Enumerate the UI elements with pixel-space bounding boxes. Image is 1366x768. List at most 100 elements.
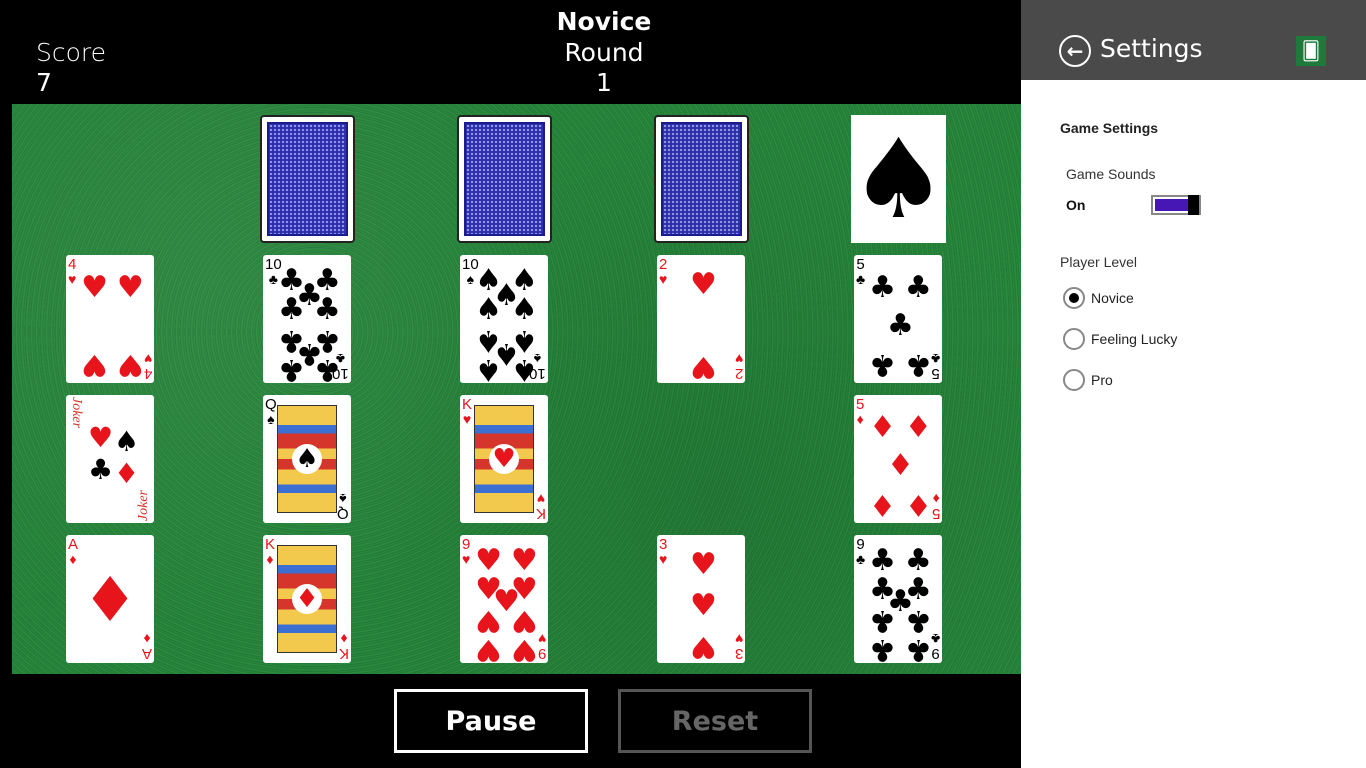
score-label: Score	[36, 38, 107, 67]
card-3-heart[interactable]: 3 ♥ 3 ♥ ♥ ♥ ♥	[657, 535, 745, 663]
heart-icon: ♥	[510, 631, 538, 663]
heart-icon: ♥	[510, 602, 538, 638]
diamond-icon: ♦	[82, 563, 138, 636]
card-corner-index: Q ♠	[265, 397, 277, 427]
card-k-diamond[interactable]: K ♦ K ♦ ♦	[263, 535, 351, 663]
spade-icon: ♠	[475, 351, 502, 383]
diamond-icon: ♦	[904, 487, 932, 523]
diamond-icon: ♦	[292, 584, 322, 614]
card-rank: K	[535, 505, 546, 522]
card-corner-index: K ♥	[462, 397, 472, 427]
card-pips: ♥ ♥ ♥	[669, 541, 733, 663]
card-rank: 5	[931, 365, 940, 382]
back-arrow-icon[interactable]: ←	[1059, 35, 1091, 67]
spade-icon: ♠	[292, 444, 322, 474]
cards-logo-icon: 🂠	[1296, 36, 1326, 66]
foundation-pile[interactable]: ♠	[849, 115, 948, 243]
game-table: ♠ 4 ♥ 4 ♥ ♥ ♥ ♥ ♥ 10 ♣ 10 ♣ ♣ ♣ ♣ ♣ ♣ ♣ ♣ ♣ ♣ ♣ 10 ♠ 10 ♠ ♠ ♠ ♠ ♠ ♠ ♠ ♠ ♠…	[12, 104, 1021, 674]
pause-button[interactable]: Pause	[394, 689, 588, 753]
card-9-club[interactable]: 9 ♣ 9 ♣ ♣ ♣ ♣ ♣ ♣ ♣ ♣ ♣ ♣	[854, 535, 942, 663]
card-corner-index: Q ♠	[337, 491, 349, 522]
club-icon: ♣	[278, 291, 305, 327]
club-icon: ♣	[856, 551, 866, 567]
heart-icon: ♥	[143, 351, 152, 367]
card-corner-index: 3 ♥	[659, 537, 667, 567]
card-10-club[interactable]: 10 ♣ 10 ♣ ♣ ♣ ♣ ♣ ♣ ♣ ♣ ♣ ♣ ♣	[263, 255, 351, 383]
spade-icon: ♠	[339, 491, 347, 507]
heart-icon: ♥	[88, 421, 114, 454]
level-option-feeling-lucky[interactable]: Feeling Lucky	[1063, 327, 1177, 351]
card-rank: 4	[143, 365, 152, 382]
card-corner-index: K ♦	[265, 537, 275, 567]
face-down-card[interactable]	[654, 115, 749, 243]
card-9-heart[interactable]: 9 ♥ 9 ♥ ♥ ♥ ♥ ♥ ♥ ♥ ♥ ♥ ♥	[460, 535, 548, 663]
heart-icon: ♥	[81, 269, 108, 305]
card-back-pattern	[267, 122, 348, 236]
heart-icon: ♥	[659, 271, 668, 287]
heart-icon: ♥	[690, 547, 717, 583]
heart-icon: ♥	[462, 411, 472, 427]
card-a-diamond[interactable]: A ♦ A ♦ ♦	[66, 535, 154, 663]
level-option-novice[interactable]: Novice	[1063, 286, 1134, 310]
toggle-knob[interactable]	[1188, 195, 1199, 215]
card-pips: ♣ ♣ ♣ ♣ ♣ ♣ ♣ ♣ ♣ ♣	[275, 261, 341, 383]
diamond-icon: ♦	[869, 487, 896, 523]
club-icon: ♣	[904, 269, 932, 305]
level-option-pro[interactable]: Pro	[1063, 368, 1113, 392]
face-down-card[interactable]	[457, 115, 552, 243]
heart-icon: ♥	[489, 444, 519, 474]
card-corner-index: 5 ♣	[931, 351, 940, 382]
card-corner-index: 5 ♣	[856, 257, 865, 287]
diamond-icon: ♦	[869, 409, 896, 445]
radio-button[interactable]	[1063, 369, 1085, 391]
diamond-icon: ♦	[887, 447, 914, 483]
club-icon: ♣	[869, 269, 896, 305]
card-rank: 9	[537, 645, 546, 662]
card-rank: Joker	[69, 397, 84, 429]
card-corner-index: 5 ♦	[856, 397, 864, 427]
app-window: Score 7 Novice Round 1 ♠ 4 ♥ 4 ♥ ♥ ♥ ♥ ♥ 10 ♣ 10 ♣ ♣…	[0, 0, 1366, 768]
settings-header: ← Settings 🂠	[1021, 0, 1366, 80]
card-pips: ♠ ♠ ♠ ♠ ♠ ♠ ♠ ♠ ♠ ♠	[472, 261, 538, 383]
card-q-spade[interactable]: Q ♠ Q ♠ ♠	[263, 395, 351, 523]
card-corner-index: K ♦	[338, 631, 349, 662]
level-title: Novice	[556, 7, 652, 36]
face-down-card[interactable]	[260, 115, 355, 243]
reset-button[interactable]: Reset	[618, 689, 812, 753]
card-rank: 2	[734, 365, 743, 382]
player-level-label: Player Level	[1060, 254, 1138, 270]
face-card-portrait: ♥	[474, 405, 534, 513]
card-5-club[interactable]: 5 ♣ 5 ♣ ♣ ♣ ♣ ♣ ♣	[854, 255, 942, 383]
diamond-icon: ♦	[69, 551, 77, 567]
face-card-portrait: ♦	[277, 545, 337, 653]
spade-icon: ♠	[849, 115, 948, 243]
card-corner-index: K ♥	[535, 491, 546, 522]
heart-icon: ♥	[690, 267, 717, 303]
card-pips: ♥ ♥ ♥ ♥ ♥ ♥ ♥ ♥ ♥	[472, 541, 538, 663]
card-pips: ♥ ♥ ♥ ♥	[78, 261, 144, 382]
card-corner-index: 9 ♣	[856, 537, 865, 567]
card-pips: ♦ ♦ ♦ ♦ ♦	[866, 401, 932, 523]
card-rank: 9	[931, 645, 940, 662]
card-corner-index: 4 ♥	[68, 257, 76, 287]
card-2-heart[interactable]: 2 ♥ 2 ♥ ♥ ♥	[657, 255, 745, 383]
card-rank: 5	[931, 505, 940, 522]
radio-button[interactable]	[1063, 328, 1085, 350]
card-rank: K	[338, 645, 349, 662]
club-icon: ♣	[88, 453, 114, 486]
card-pips: ♣ ♣ ♣ ♣ ♣ ♣ ♣ ♣ ♣	[866, 541, 932, 663]
radio-button[interactable]	[1063, 287, 1085, 309]
heart-icon: ♥	[116, 269, 144, 305]
game-sounds-toggle[interactable]	[1151, 195, 1201, 215]
card-joker[interactable]: Joker Joker ♥ ♠ ♣ ♦	[66, 395, 154, 523]
card-k-heart[interactable]: K ♥ K ♥ ♥	[460, 395, 548, 523]
settings-pane: ← Settings 🂠 Game Settings Game Sounds O…	[1021, 0, 1366, 768]
card-corner-index: 2 ♥	[734, 351, 743, 382]
spade-icon: ♠	[114, 425, 140, 458]
card-5-diamond[interactable]: 5 ♦ 5 ♦ ♦ ♦ ♦ ♦ ♦	[854, 395, 942, 523]
heart-icon: ♥	[536, 491, 546, 507]
card-10-spade[interactable]: 10 ♠ 10 ♠ ♠ ♠ ♠ ♠ ♠ ♠ ♠ ♠ ♠ ♠	[460, 255, 548, 383]
spade-icon: ♠	[475, 291, 502, 327]
card-4-heart[interactable]: 4 ♥ 4 ♥ ♥ ♥ ♥ ♥	[66, 255, 154, 383]
card-rank: 3	[734, 645, 743, 662]
